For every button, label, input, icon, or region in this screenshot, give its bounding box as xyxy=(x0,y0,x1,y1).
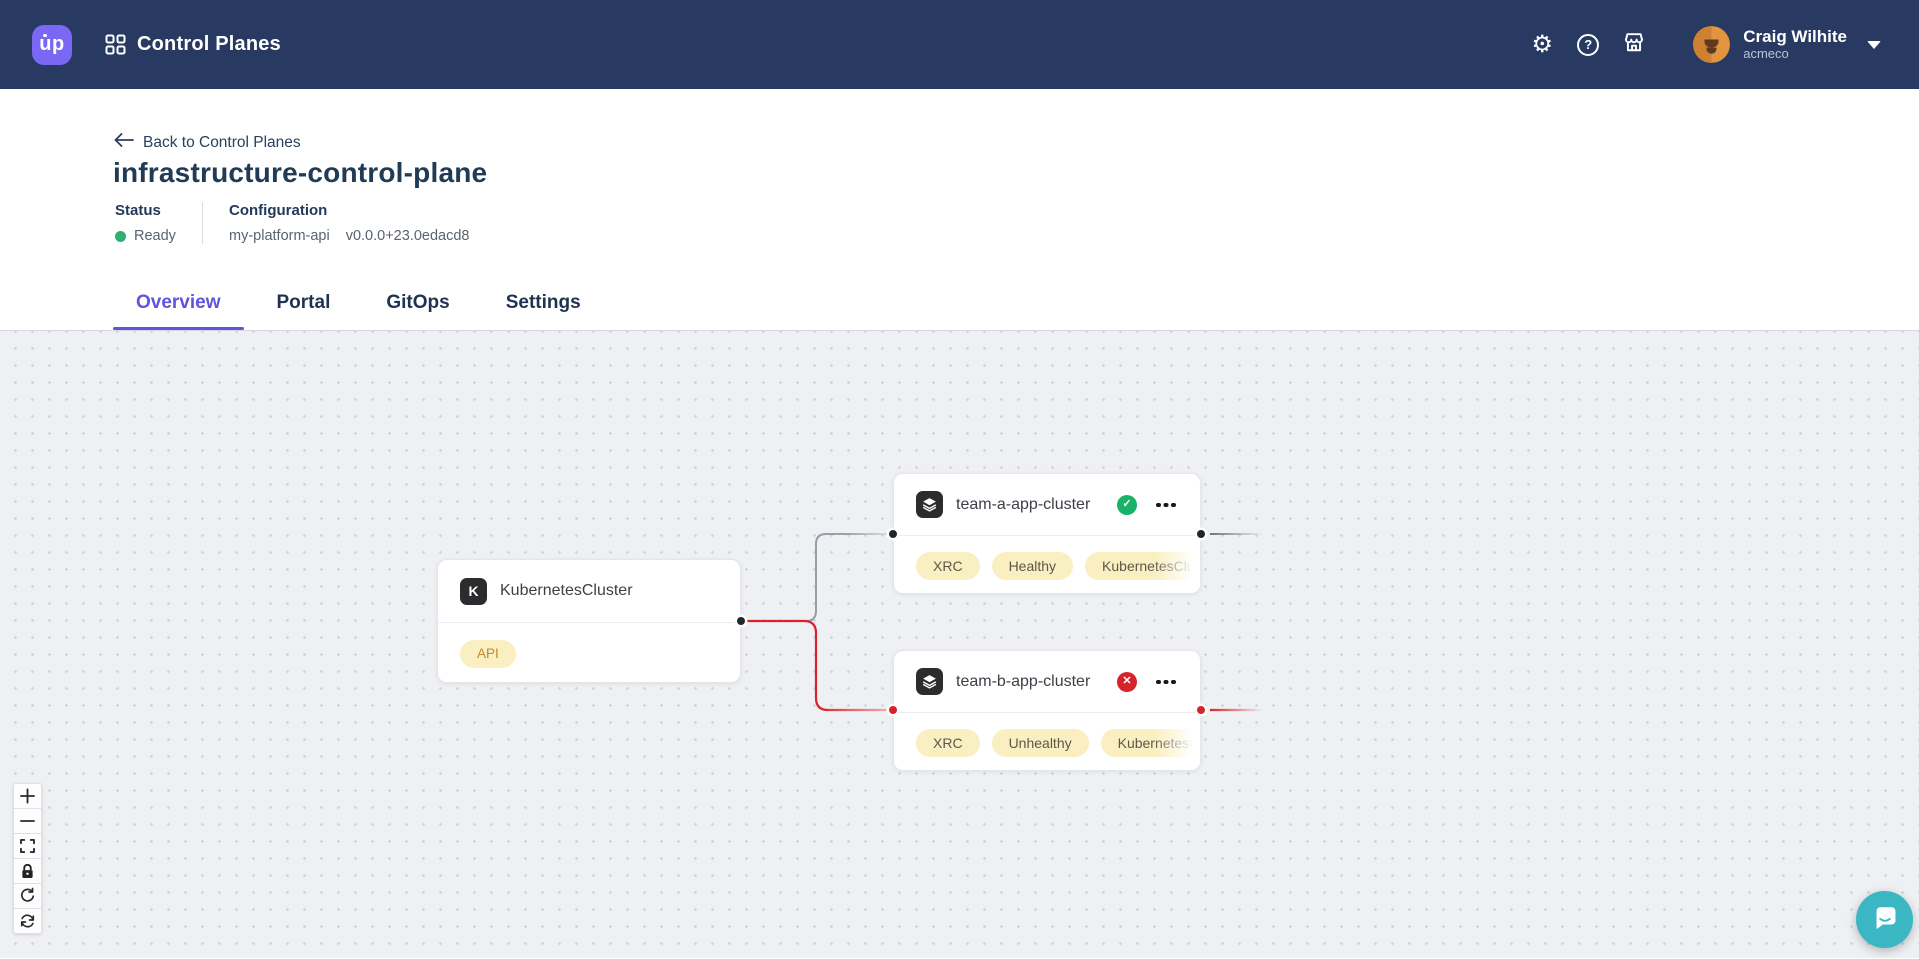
tab-overview[interactable]: Overview xyxy=(113,292,244,330)
graph-canvas[interactable]: K KubernetesCluster API team-a-app-cl xyxy=(0,330,1919,958)
configuration-section: Configuration my-platform-api v0.0.0+23.… xyxy=(229,202,469,244)
handle-k8s-out[interactable] xyxy=(737,617,745,625)
configuration-version: v0.0.0+23.0edacd8 xyxy=(346,228,470,244)
status-section: Status Ready xyxy=(115,202,202,244)
node-title: team-a-app-cluster xyxy=(956,496,1090,514)
badge-xrc: XRC xyxy=(916,552,980,580)
status-value: Ready xyxy=(115,228,202,244)
app-root: up Control Planes ⚙ ? xyxy=(0,0,1919,958)
handle-team-a-in[interactable] xyxy=(889,530,897,538)
badge-healthy: Healthy xyxy=(992,552,1073,580)
node-badges: API xyxy=(438,623,740,683)
node-title: KubernetesCluster xyxy=(500,582,633,600)
badge-api: API xyxy=(460,640,516,668)
storefront-icon xyxy=(1621,29,1647,60)
node-header: team-b-app-cluster ✕ xyxy=(894,651,1200,712)
handle-team-a-out[interactable] xyxy=(1197,530,1205,538)
back-arrow-icon xyxy=(114,133,134,152)
tab-bar: Overview Portal GitOps Settings xyxy=(113,292,604,330)
node-title: team-b-app-cluster xyxy=(956,673,1090,691)
kebab-menu-button[interactable] xyxy=(1154,670,1178,694)
user-org: acmeco xyxy=(1743,46,1847,62)
logo-dot xyxy=(43,34,47,38)
zoom-in-button[interactable] xyxy=(13,783,42,809)
page-section-title: Control Planes xyxy=(137,33,281,56)
settings-gear-button[interactable]: ⚙ xyxy=(1525,28,1559,62)
refresh-button[interactable] xyxy=(13,908,42,934)
layers-icon xyxy=(916,668,943,695)
help-icon: ? xyxy=(1577,34,1599,56)
badge-kind: KubernetesCluster xyxy=(1101,729,1201,757)
tab-portal[interactable]: Portal xyxy=(254,292,354,330)
node-kubernetes-cluster[interactable]: K KubernetesCluster API xyxy=(437,559,741,683)
chat-launcher-button[interactable] xyxy=(1856,891,1913,948)
configuration-value: my-platform-api v0.0.0+23.0edacd8 xyxy=(229,228,469,244)
status-label: Status xyxy=(115,202,202,219)
grid-icon xyxy=(105,34,126,55)
user-text: Craig Wilhite acmeco xyxy=(1743,27,1847,62)
node-header: K KubernetesCluster xyxy=(438,560,740,622)
k-letter-icon: K xyxy=(460,578,487,605)
chat-bubble-icon xyxy=(1870,902,1900,937)
marketplace-button[interactable] xyxy=(1617,28,1651,62)
badge-unhealthy: Unhealthy xyxy=(992,729,1089,757)
meta-row: Status Ready Configuration my-platform-a… xyxy=(115,202,469,244)
fit-view-button[interactable] xyxy=(13,833,42,859)
graph-edges xyxy=(0,331,1919,959)
nav-title-group: Control Planes xyxy=(105,33,281,56)
avatar xyxy=(1693,26,1730,63)
user-menu[interactable]: Craig Wilhite acmeco xyxy=(1693,26,1881,63)
page-title: infrastructure-control-plane xyxy=(113,157,487,189)
badge-xrc: XRC xyxy=(916,729,980,757)
tab-gitops[interactable]: GitOps xyxy=(363,292,472,330)
meta-divider xyxy=(202,202,203,244)
node-header: team-a-app-cluster ✓ xyxy=(894,474,1200,535)
kebab-menu-button[interactable] xyxy=(1154,493,1178,517)
edge-k8s-to-team-b xyxy=(742,621,828,710)
badge-kind: KubernetesCluster xyxy=(1085,552,1201,580)
canvas-view-controls xyxy=(13,783,42,934)
node-team-a-app-cluster[interactable]: team-a-app-cluster ✓ XRC Healthy Kuberne… xyxy=(893,473,1201,594)
zoom-out-button[interactable] xyxy=(13,808,42,834)
node-team-b-app-cluster[interactable]: team-b-app-cluster ✕ XRC Unhealthy Kuber… xyxy=(893,650,1201,771)
gear-icon: ⚙ xyxy=(1531,33,1553,57)
unhealthy-cross-icon: ✕ xyxy=(1117,672,1137,692)
upbound-logo[interactable]: up xyxy=(32,25,72,65)
chevron-down-icon xyxy=(1867,41,1881,49)
top-navbar: up Control Planes ⚙ ? xyxy=(0,0,1919,89)
rotate-button[interactable] xyxy=(13,883,42,909)
user-name: Craig Wilhite xyxy=(1743,27,1847,47)
handle-team-b-in[interactable] xyxy=(889,706,897,714)
back-to-control-planes-link[interactable]: Back to Control Planes xyxy=(114,133,301,152)
page-header: Back to Control Planes infrastructure-co… xyxy=(0,89,1919,330)
configuration-label: Configuration xyxy=(229,202,469,219)
tab-settings[interactable]: Settings xyxy=(483,292,604,330)
configuration-name: my-platform-api xyxy=(229,228,330,244)
node-badges: XRC Healthy KubernetesCluster xyxy=(894,536,1200,594)
layers-icon xyxy=(916,491,943,518)
lock-button[interactable] xyxy=(13,858,42,884)
back-link-label: Back to Control Planes xyxy=(143,134,301,152)
handle-team-b-out[interactable] xyxy=(1197,706,1205,714)
node-badges: XRC Unhealthy KubernetesCluster xyxy=(894,713,1200,771)
edge-k8s-to-team-a xyxy=(806,534,891,621)
status-dot-icon xyxy=(115,231,126,242)
help-button[interactable]: ? xyxy=(1571,28,1605,62)
healthy-check-icon: ✓ xyxy=(1117,495,1137,515)
